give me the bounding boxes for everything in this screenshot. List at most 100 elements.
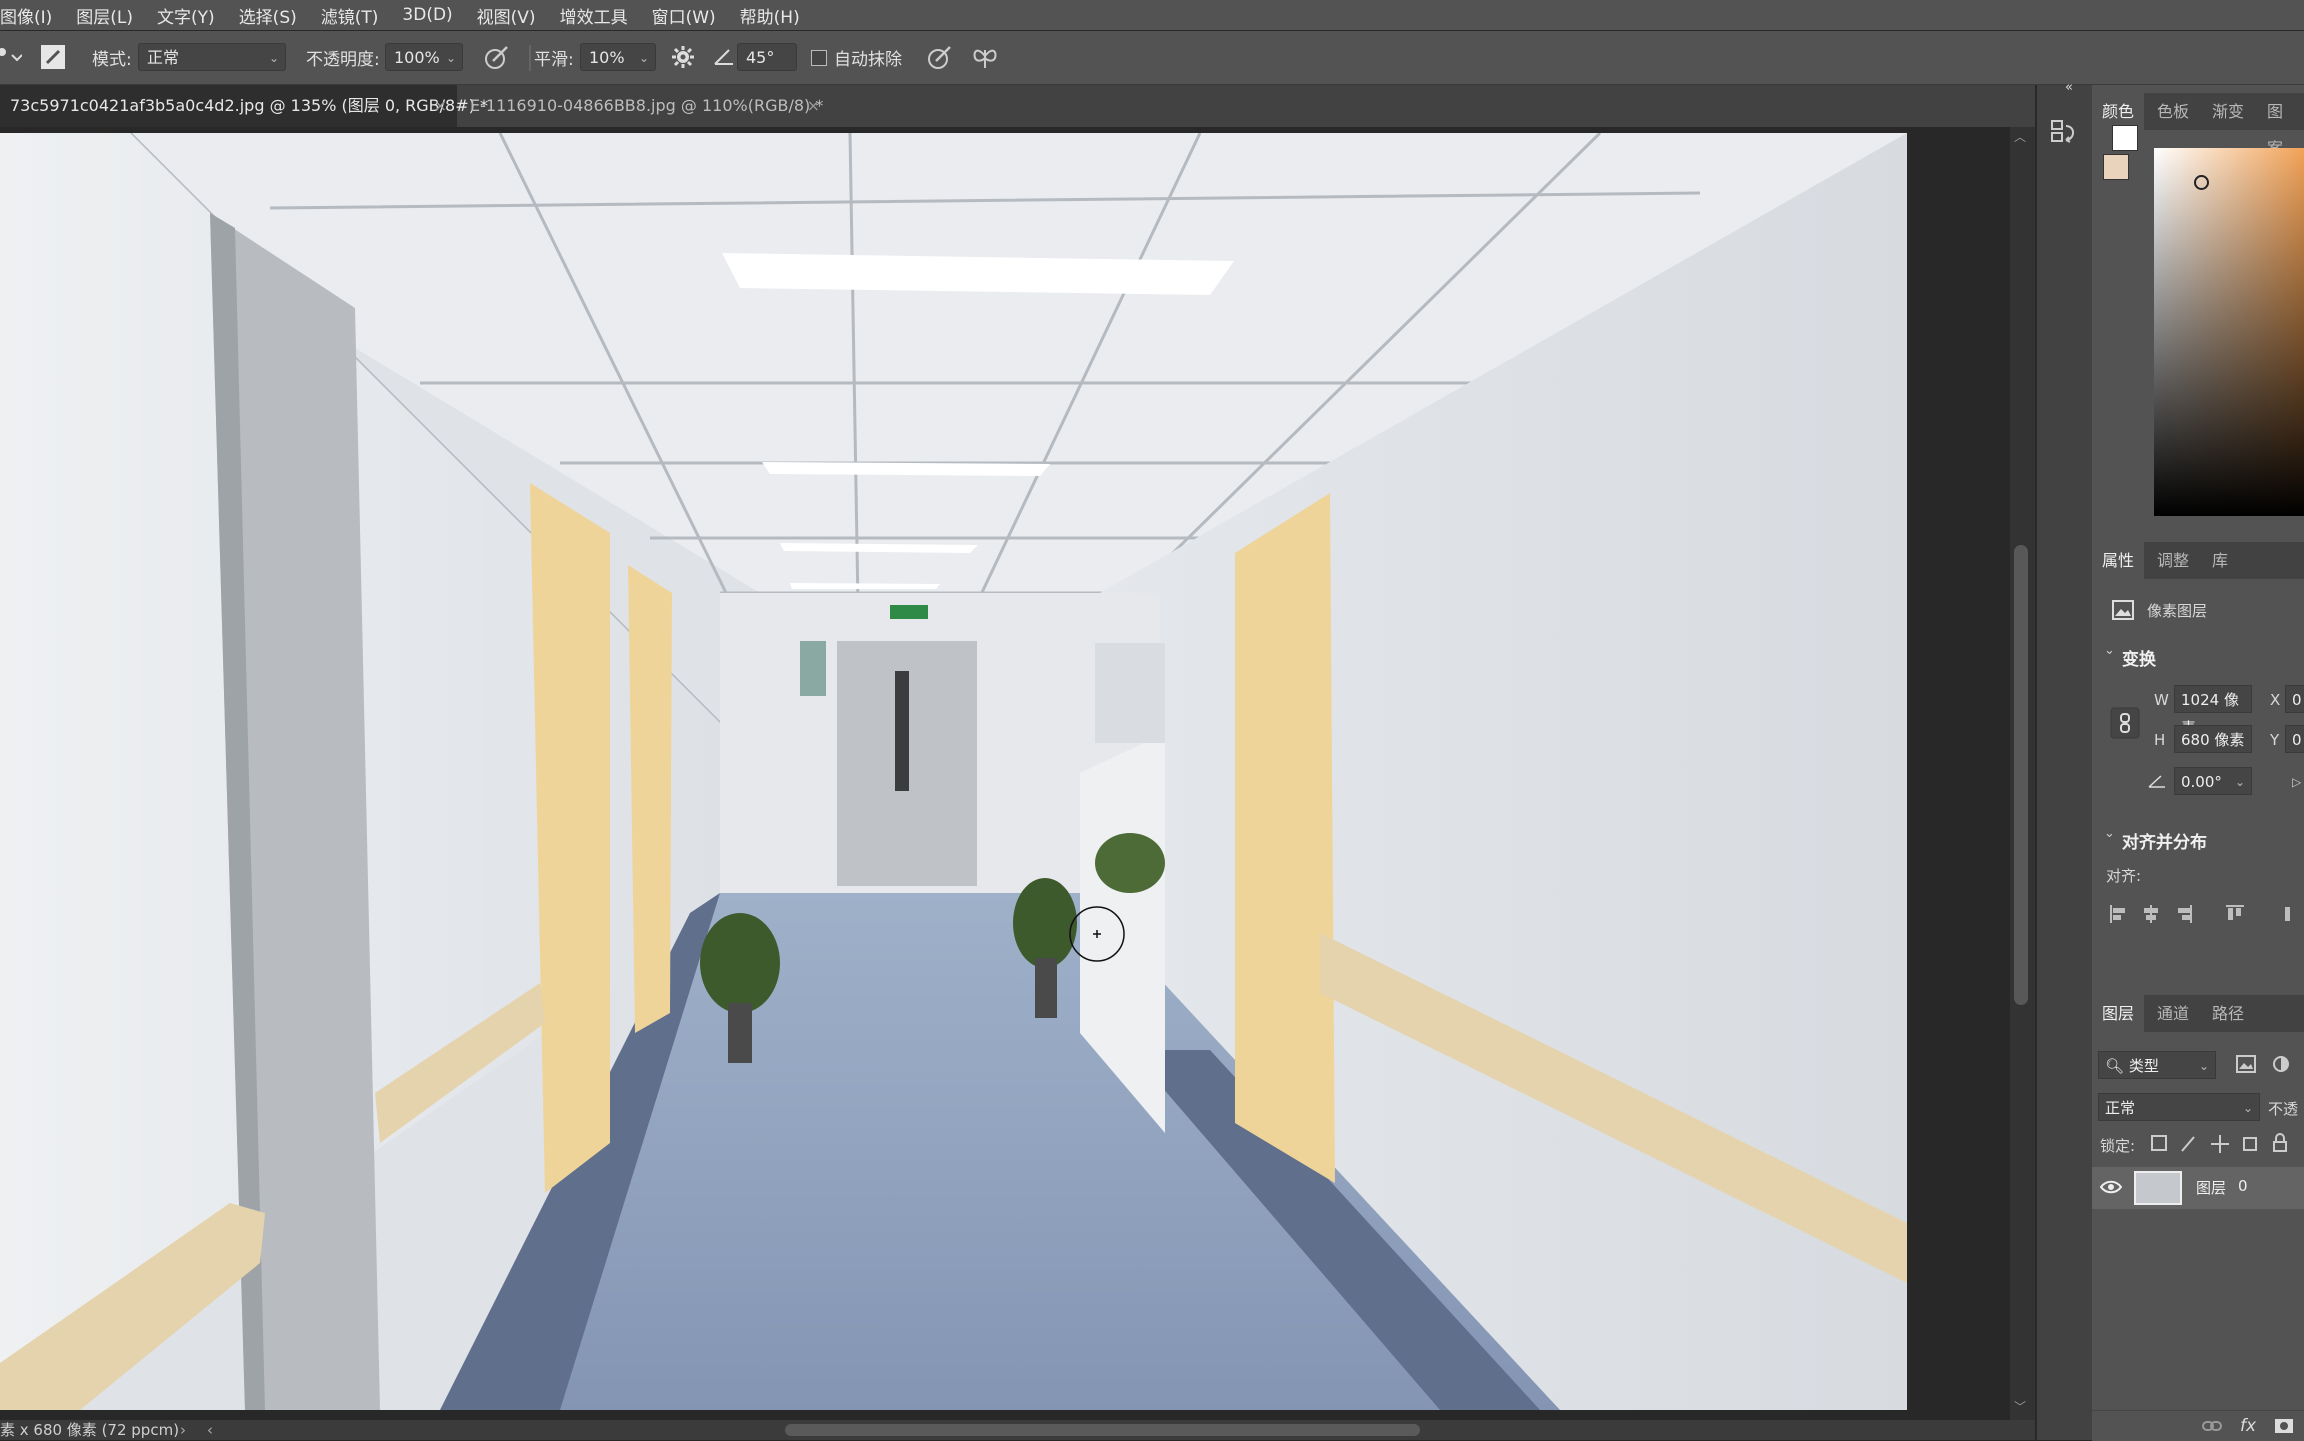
- menu-select[interactable]: 选择(S): [227, 3, 309, 28]
- layer-name: 图层: [2196, 1179, 2227, 1197]
- add-mask-icon[interactable]: [2274, 1418, 2294, 1434]
- link-layers-icon[interactable]: [2202, 1419, 2222, 1433]
- document-tab-bar: 73c5971c0421af3b5a0c4d2.jpg @ 135% (图层 0…: [0, 85, 2035, 127]
- prevent-autonest-icon: [2243, 1137, 2257, 1151]
- close-icon[interactable]: ×: [807, 85, 820, 127]
- fx-icon[interactable]: fx: [2240, 1416, 2256, 1436]
- close-icon[interactable]: ×: [434, 85, 447, 127]
- tab-document-2-label: E-1116910-04866BB8.jpg @ 110%(RGB/8) *: [470, 96, 824, 115]
- menu-plugins[interactable]: 增效工具: [548, 3, 640, 28]
- layer-type-label: 像素图层: [2147, 602, 2208, 620]
- tab-paths[interactable]: 路径: [2202, 995, 2254, 1032]
- y-input[interactable]: 0: [2285, 725, 2304, 753]
- tab-document-1[interactable]: 73c5971c0421af3b5a0c4d2.jpg @ 135% (图层 0…: [0, 85, 488, 127]
- tool-preset-icon[interactable]: [0, 45, 22, 71]
- tab-document-2[interactable]: E-1116910-04866BB8.jpg @ 110%(RGB/8) * ×: [460, 85, 830, 127]
- height-value: 680 像素: [2181, 731, 2245, 749]
- lock-transparent-pixels-icon: [2151, 1135, 2167, 1151]
- scroll-down-icon[interactable]: ﹀: [2014, 1398, 2026, 1415]
- align-top-edges-icon: [2226, 905, 2244, 907]
- menu-help[interactable]: 帮助(H): [728, 3, 812, 28]
- x-input[interactable]: 0: [2285, 685, 2304, 713]
- opacity-label: 不透明度:: [306, 50, 380, 70]
- menu-filter[interactable]: 滤镜(T): [309, 3, 391, 28]
- filter-adjustment-layer-icon[interactable]: [2272, 1055, 2290, 1073]
- chevron-down-icon[interactable]: ⌄: [2104, 643, 2115, 658]
- align-horizontal-centers-icon: [2150, 905, 2152, 923]
- chevron-right-icon[interactable]: ›: [180, 1420, 186, 1440]
- width-input[interactable]: 1024 像素: [2174, 685, 2252, 737]
- menu-view[interactable]: 视图(V): [465, 3, 548, 28]
- tab-channels[interactable]: 通道: [2147, 995, 2199, 1032]
- layer-row[interactable]: 图层 0: [2092, 1167, 2304, 1209]
- flip-icon[interactable]: ▷: [2292, 775, 2301, 789]
- tab-patterns[interactable]: 图案: [2257, 93, 2304, 158]
- chevron-down-icon: ⌄: [2234, 775, 2245, 789]
- angle-value: 45°: [746, 48, 775, 67]
- right-panels: 颜色 色板 渐变 图案 属性 调整 库 像素图层 ⌄ 变换 W 1024 像素 …: [2092, 85, 2304, 1441]
- menu-window[interactable]: 窗口(W): [640, 3, 728, 28]
- background-color-swatch[interactable]: [2112, 125, 2138, 151]
- brush-preset-icon[interactable]: [40, 44, 66, 70]
- smooth-input[interactable]: 10% ⌄: [580, 43, 656, 71]
- gear-icon[interactable]: [670, 44, 698, 72]
- menu-3d[interactable]: 3D(D): [390, 5, 464, 25]
- lock-image-pixels-icon: [2181, 1136, 2195, 1152]
- document-size-info: 素 x 680 像素 (72 ppcm): [0, 1421, 180, 1439]
- vertical-scroll-thumb[interactable]: [2014, 545, 2028, 1005]
- tab-libraries[interactable]: 库: [2202, 542, 2238, 579]
- angle-icon: [2148, 775, 2165, 788]
- collapse-panels-icon[interactable]: «: [2065, 80, 2073, 95]
- mode-value: 正常: [147, 48, 180, 67]
- chevron-down-icon[interactable]: ⌄: [2104, 826, 2115, 841]
- align-vertical-centers-icon: [2285, 907, 2290, 921]
- opacity-input[interactable]: 100% ⌄: [385, 43, 463, 71]
- auto-erase-checkbox[interactable]: [811, 50, 827, 66]
- y-value: 0: [2292, 731, 2302, 749]
- tab-properties[interactable]: 属性: [2092, 542, 2145, 579]
- color-picker-marker[interactable]: [2194, 175, 2209, 190]
- pressure-size-icon[interactable]: [926, 44, 954, 72]
- search-icon: 🔍︎: [2105, 1057, 2125, 1075]
- tab-layers[interactable]: 图层: [2092, 995, 2145, 1032]
- angle-input[interactable]: 45°: [737, 43, 797, 71]
- smooth-value: 10%: [589, 48, 625, 67]
- height-input[interactable]: 680 像素: [2174, 725, 2252, 753]
- document-canvas-image[interactable]: [0, 133, 1907, 1410]
- transform-section-title: 变换: [2122, 650, 2156, 670]
- layers-footer: fx: [2092, 1410, 2304, 1441]
- filter-pixel-layer-icon[interactable]: [2236, 1055, 2256, 1073]
- rotation-value: 0.00°: [2181, 773, 2222, 791]
- scroll-left-icon[interactable]: ‹: [207, 1420, 213, 1440]
- color-picker-field[interactable]: [2154, 148, 2304, 516]
- blend-mode-select[interactable]: 正常 ⌄: [2098, 1093, 2260, 1121]
- properties-panel-tabs: 属性 调整 库: [2092, 542, 2304, 579]
- chevron-down-icon: ⌄: [268, 51, 279, 65]
- tab-swatches[interactable]: 色板: [2147, 93, 2199, 130]
- menu-layer[interactable]: 图层(L): [64, 3, 145, 28]
- scroll-up-icon[interactable]: ︿: [2014, 128, 2026, 145]
- menu-image[interactable]: 图像(I): [0, 3, 64, 28]
- pressure-opacity-icon[interactable]: [483, 44, 511, 72]
- lock-buttons: [2151, 1133, 2287, 1153]
- image-layer-icon: [2112, 600, 2134, 620]
- mode-select[interactable]: 正常 ⌄: [138, 43, 286, 71]
- symmetry-butterfly-icon[interactable]: [971, 44, 999, 72]
- tab-adjustments[interactable]: 调整: [2147, 542, 2199, 579]
- layer-thumbnail: [2134, 1171, 2182, 1205]
- menu-type[interactable]: 文字(Y): [145, 3, 227, 28]
- tab-gradients[interactable]: 渐变: [2202, 93, 2254, 130]
- history-panel-icon[interactable]: [2050, 118, 2078, 146]
- chevron-down-icon: ⌄: [638, 51, 649, 65]
- smooth-label: 平滑:: [534, 50, 574, 70]
- layer-filter-select[interactable]: 🔍︎ 类型 ⌄: [2098, 1051, 2216, 1079]
- height-label: H: [2154, 731, 2166, 749]
- horizontal-scroll-thumb[interactable]: [785, 1424, 1420, 1436]
- opacity-value: 100%: [394, 48, 440, 67]
- link-dimensions-icon[interactable]: [2110, 707, 2140, 739]
- eye-icon[interactable]: [2100, 1179, 2122, 1195]
- x-value: 0: [2292, 691, 2302, 709]
- rotation-input[interactable]: 0.00° ⌄: [2174, 767, 2252, 795]
- foreground-color-swatch[interactable]: [2103, 154, 2129, 180]
- chevron-down-icon: ⌄: [445, 51, 456, 65]
